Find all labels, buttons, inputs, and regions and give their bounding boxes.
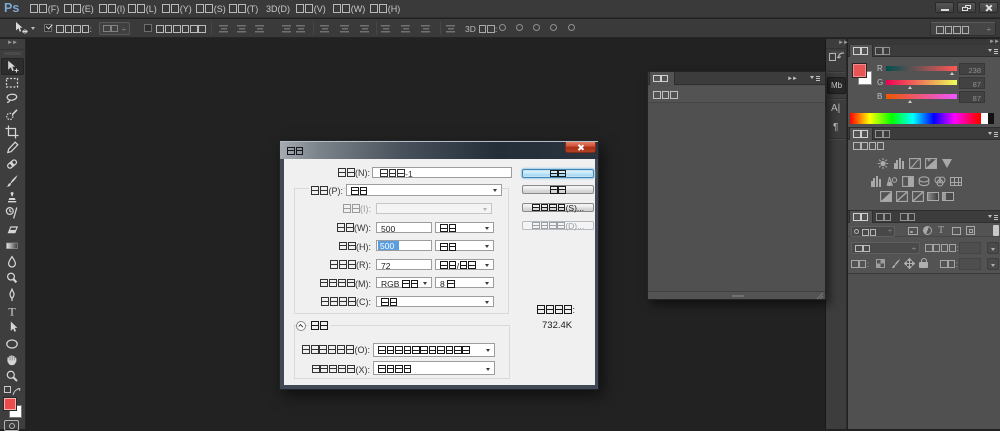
svg-text:T: T (8, 305, 16, 319)
